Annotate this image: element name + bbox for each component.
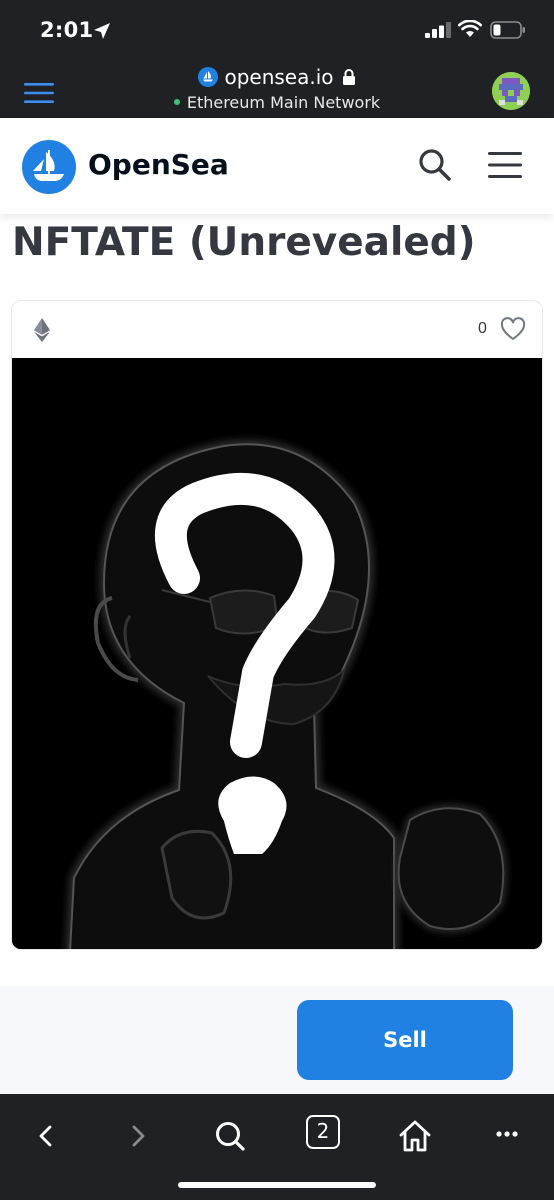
location-arrow-icon bbox=[94, 23, 110, 39]
browser-toolbar: 2 bbox=[0, 1094, 554, 1200]
opensea-favicon-icon bbox=[198, 67, 219, 87]
account-avatar[interactable] bbox=[492, 72, 530, 110]
ethereum-icon bbox=[34, 318, 50, 342]
cellular-signal-icon bbox=[425, 22, 451, 38]
status-time: 2:01 bbox=[40, 18, 94, 42]
item-title: NFTATE (Unrevealed) bbox=[12, 220, 476, 265]
search-icon[interactable] bbox=[418, 148, 452, 182]
item-action-bar: Sell bbox=[0, 986, 554, 1094]
battery-icon bbox=[490, 21, 525, 39]
item-media-card: 0 bbox=[11, 300, 543, 950]
more-options-icon[interactable] bbox=[487, 1118, 527, 1154]
forward-icon[interactable] bbox=[118, 1118, 158, 1154]
domain-text: opensea.io bbox=[224, 65, 334, 89]
favorite-count: 0 bbox=[478, 320, 487, 337]
opensea-brand[interactable]: OpenSea bbox=[88, 148, 229, 181]
item-page: NFTATE (Unrevealed) 0 Sell bbox=[0, 214, 554, 1094]
address-bar: opensea.io Ethereum Main Network bbox=[0, 60, 554, 118]
browser-top-chrome: 2:01 opensea.io Ethereum Main Network bbox=[0, 0, 554, 118]
sell-button[interactable]: Sell bbox=[297, 1000, 513, 1080]
site-url[interactable]: opensea.io bbox=[0, 65, 554, 89]
network-status-dot bbox=[173, 99, 180, 105]
browser-search-icon[interactable] bbox=[210, 1118, 250, 1154]
network-name: Ethereum Main Network bbox=[186, 93, 381, 112]
status-bar: 2:01 bbox=[0, 0, 554, 60]
menu-icon[interactable] bbox=[488, 152, 522, 178]
lock-icon bbox=[342, 69, 355, 85]
network-indicator: Ethereum Main Network bbox=[0, 93, 554, 112]
heart-icon[interactable] bbox=[500, 317, 526, 341]
nft-image[interactable] bbox=[12, 358, 543, 950]
opensea-logo-icon[interactable] bbox=[22, 140, 76, 194]
home-icon[interactable] bbox=[395, 1118, 435, 1154]
item-card-header: 0 bbox=[12, 301, 542, 358]
tabs-button[interactable]: 2 bbox=[306, 1115, 340, 1149]
home-indicator[interactable] bbox=[178, 1182, 376, 1188]
back-icon[interactable] bbox=[26, 1118, 66, 1154]
wifi-icon bbox=[458, 20, 482, 37]
opensea-navbar: OpenSea bbox=[0, 118, 554, 214]
